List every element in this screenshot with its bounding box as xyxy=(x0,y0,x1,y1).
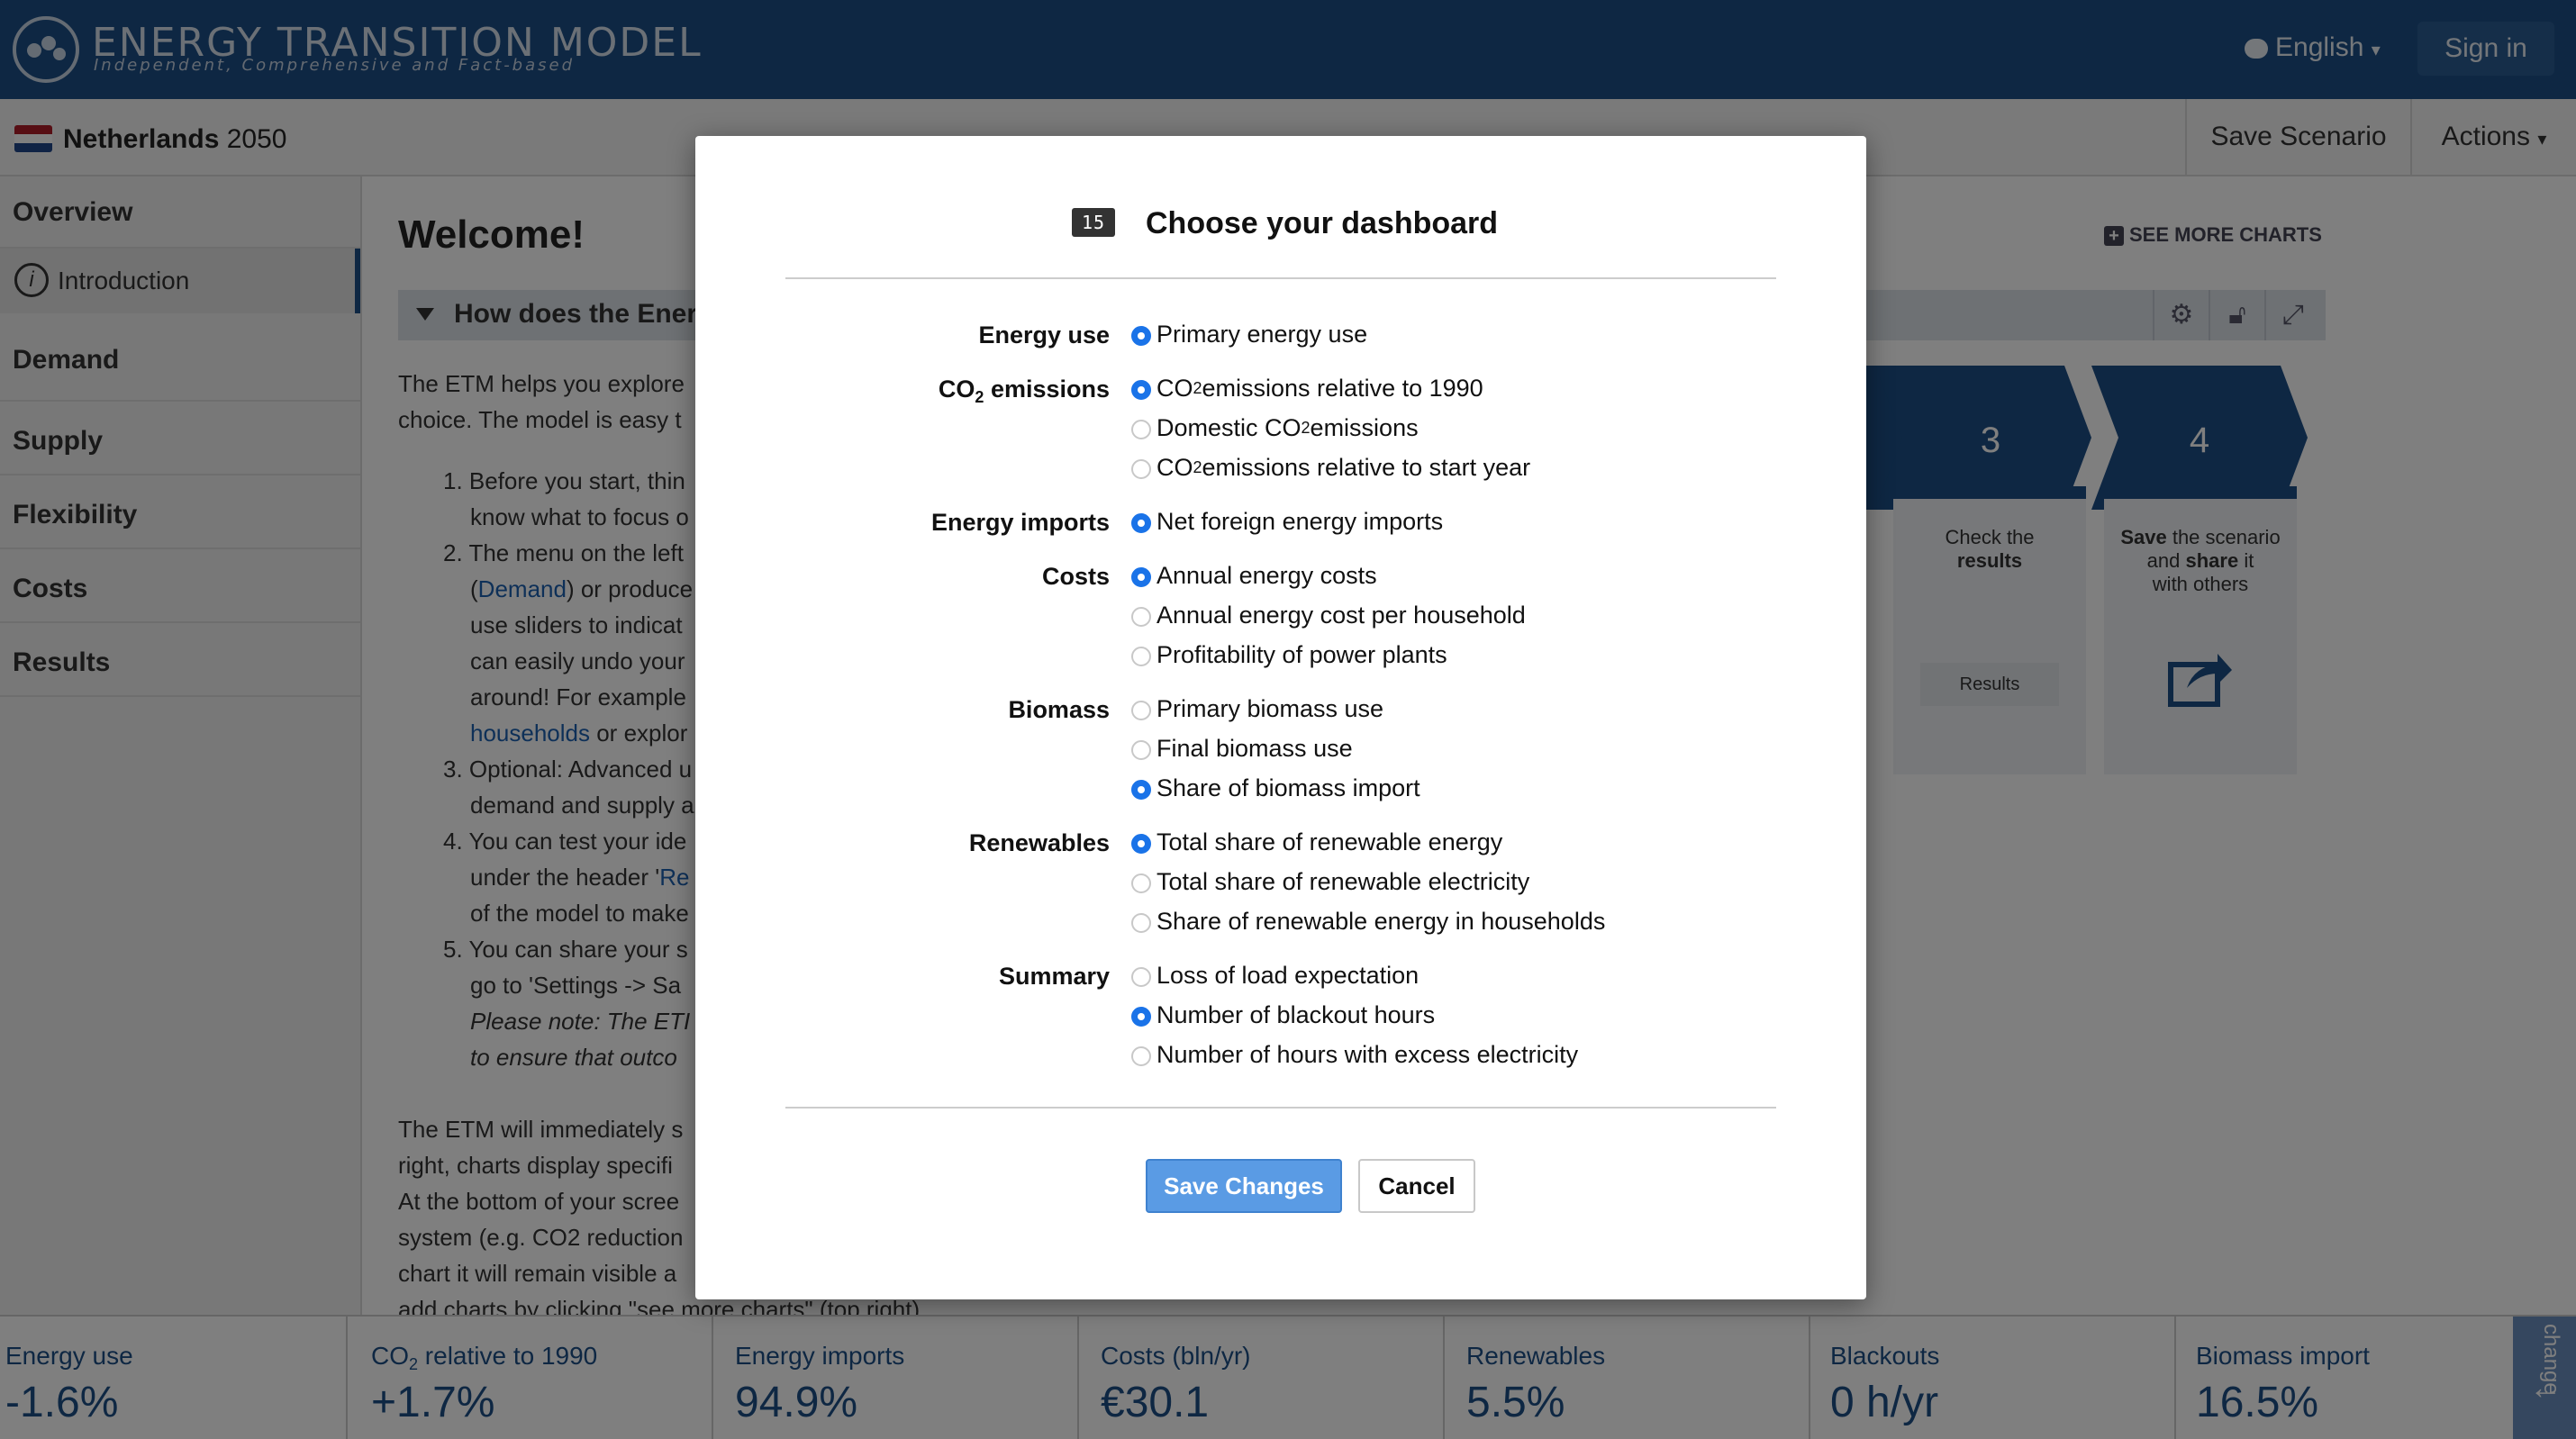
option-cost-per-household[interactable]: Annual energy cost per household xyxy=(1131,599,1526,631)
option-label: Number of hours with excess electricity xyxy=(1156,1040,1579,1068)
option-share-biomass-import[interactable]: Share of biomass import xyxy=(1131,772,1420,804)
option-final-biomass[interactable]: Final biomass use xyxy=(1131,732,1353,765)
radio-button-selected[interactable] xyxy=(1131,380,1151,400)
group-label-renewables: Renewables xyxy=(968,829,1110,856)
radio-button-selected[interactable] xyxy=(1131,567,1151,587)
group-label-biomass: Biomass xyxy=(1008,696,1110,723)
option-label: Annual energy costs xyxy=(1156,561,1377,589)
group-label-summary: Summary xyxy=(998,963,1110,990)
group-label-energy-imports: Energy imports xyxy=(930,509,1110,536)
save-changes-button[interactable]: Save Changes xyxy=(1146,1159,1342,1213)
co2-text: emissions xyxy=(984,376,1110,403)
option-total-share-renewable[interactable]: Total share of renewable energy xyxy=(1131,826,1503,858)
radio-button[interactable] xyxy=(1131,647,1151,666)
option-label: Total share of renewable electricity xyxy=(1156,867,1530,895)
co2-subscript: 2 xyxy=(1193,378,1202,397)
radio-button[interactable] xyxy=(1131,607,1151,627)
option-label: emissions xyxy=(1310,413,1419,441)
radio-button[interactable] xyxy=(1131,420,1151,439)
co2-subscript: 2 xyxy=(1301,418,1311,437)
radio-button-selected[interactable] xyxy=(1131,780,1151,800)
radio-button-selected[interactable] xyxy=(1131,1007,1151,1027)
radio-button[interactable] xyxy=(1131,873,1151,893)
radio-button-selected[interactable] xyxy=(1131,834,1151,854)
co2-subscript: 2 xyxy=(1193,457,1202,476)
radio-button[interactable] xyxy=(1131,913,1151,933)
radio-button[interactable] xyxy=(1131,1046,1151,1066)
option-renewable-electricity[interactable]: Total share of renewable electricity xyxy=(1131,865,1530,898)
divider xyxy=(785,277,1776,279)
cancel-button[interactable]: Cancel xyxy=(1358,1159,1475,1213)
option-label: Primary energy use xyxy=(1156,320,1368,348)
option-primary-energy-use[interactable]: Primary energy use xyxy=(1131,318,1368,350)
option-profitability-plants[interactable]: Profitability of power plants xyxy=(1131,638,1447,671)
group-label-co2-emissions: CO2 emissions xyxy=(695,376,1110,407)
co2-subscript: 2 xyxy=(975,388,984,406)
dashboard-counter-icon: 15 xyxy=(1072,208,1115,237)
option-label: Primary biomass use xyxy=(1156,694,1384,722)
option-primary-biomass[interactable]: Primary biomass use xyxy=(1131,692,1384,725)
option-loss-of-load[interactable]: Loss of load expectation xyxy=(1131,959,1420,991)
option-label: emissions relative to start year xyxy=(1202,453,1531,481)
option-label: Number of blackout hours xyxy=(1156,1000,1436,1028)
option-label: emissions relative to 1990 xyxy=(1202,374,1483,402)
radio-button[interactable] xyxy=(1131,740,1151,760)
option-label: Share of biomass import xyxy=(1156,774,1420,801)
choose-dashboard-dialog: 15 Choose your dashboard Energy use Prim… xyxy=(695,136,1866,1299)
option-label: Share of renewable energy in households xyxy=(1156,907,1606,935)
option-label: Profitability of power plants xyxy=(1156,640,1447,668)
radio-button[interactable] xyxy=(1131,701,1151,720)
radio-button-selected[interactable] xyxy=(1131,326,1151,346)
option-label: Final biomass use xyxy=(1156,734,1353,762)
radio-button-selected[interactable] xyxy=(1131,513,1151,533)
option-annual-energy-costs[interactable]: Annual energy costs xyxy=(1131,559,1377,592)
option-label: Annual energy cost per household xyxy=(1156,601,1526,629)
option-co2-relative-1990[interactable]: CO 2 emissions relative to 1990 xyxy=(1131,372,1483,404)
group-label-energy-use: Energy use xyxy=(978,321,1110,348)
option-label: Total share of renewable energy xyxy=(1156,828,1503,855)
option-label: Loss of load expectation xyxy=(1156,961,1420,989)
option-co2-relative-start[interactable]: CO 2 emissions relative to start year xyxy=(1131,451,1531,484)
option-label: CO xyxy=(1156,453,1193,481)
radio-button[interactable] xyxy=(1131,459,1151,479)
option-excess-hours[interactable]: Number of hours with excess electricity xyxy=(1131,1038,1579,1071)
radio-button[interactable] xyxy=(1131,967,1151,987)
option-blackout-hours[interactable]: Number of blackout hours xyxy=(1131,999,1436,1031)
option-net-foreign-imports[interactable]: Net foreign energy imports xyxy=(1131,505,1444,538)
option-renewable-households[interactable]: Share of renewable energy in households xyxy=(1131,905,1606,937)
option-label: Net foreign energy imports xyxy=(1156,507,1444,535)
option-label: Domestic CO xyxy=(1156,413,1302,441)
option-domestic-co2[interactable]: Domestic CO 2 emissions xyxy=(1131,412,1419,444)
dialog-title: Choose your dashboard xyxy=(1146,206,1499,240)
group-label-costs: Costs xyxy=(1041,563,1110,590)
co2-text: CO xyxy=(938,376,975,403)
divider xyxy=(785,1107,1776,1109)
option-label: CO xyxy=(1156,374,1193,402)
